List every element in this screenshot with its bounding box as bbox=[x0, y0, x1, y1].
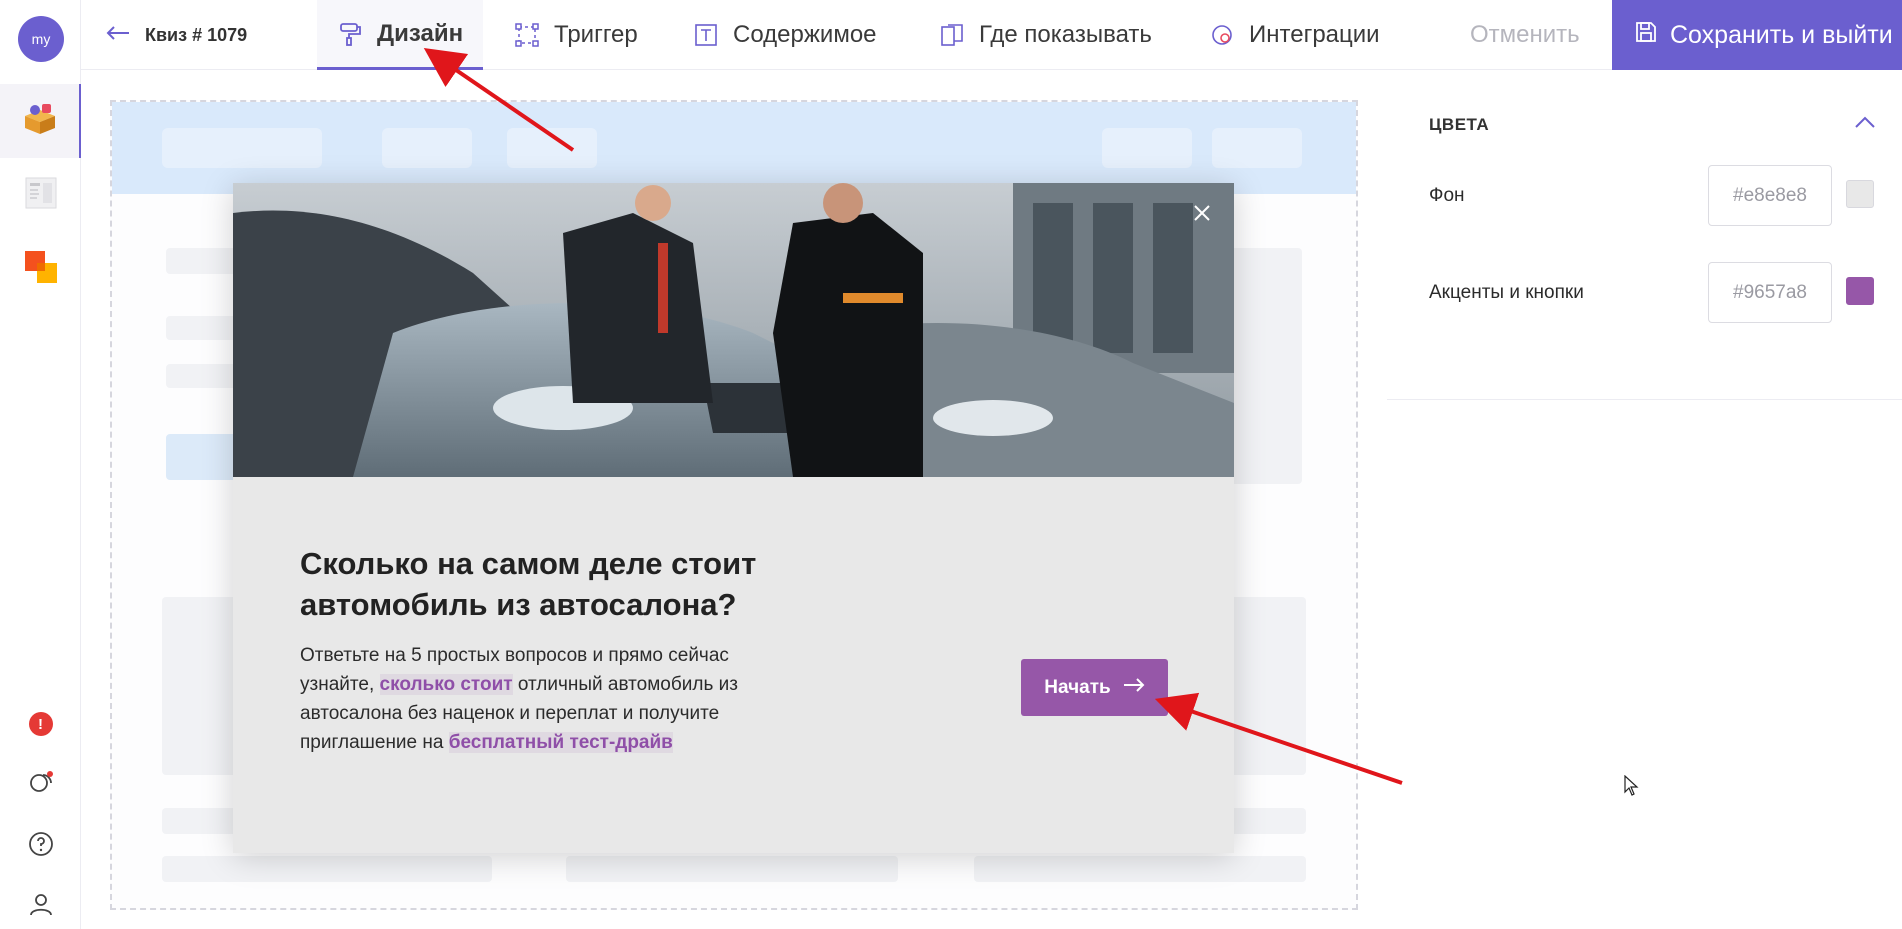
close-popup-button[interactable] bbox=[1188, 201, 1216, 229]
tab-placement[interactable]: Где показывать bbox=[939, 0, 1152, 70]
top-nav: Квиз # 1079 Дизайн Триггер Содержимое Гд… bbox=[81, 0, 1902, 70]
placeholder-block bbox=[974, 856, 1306, 882]
save-and-exit-button[interactable]: Сохранить и выйти bbox=[1612, 0, 1902, 70]
arrow-right-icon bbox=[1123, 677, 1145, 699]
car-dealership-photo bbox=[233, 183, 1234, 477]
floppy-disk-icon bbox=[1634, 20, 1658, 51]
integrations-icon bbox=[1209, 22, 1235, 48]
sidebar-item-forms[interactable] bbox=[0, 158, 81, 232]
design-box-icon bbox=[21, 102, 59, 141]
placeholder-block bbox=[566, 856, 898, 882]
placeholder-block bbox=[162, 856, 492, 882]
background-hex-input[interactable]: #e8e8e8 bbox=[1708, 165, 1832, 226]
user-icon bbox=[28, 891, 54, 922]
tab-label: Триггер bbox=[554, 21, 638, 48]
collapse-section-button[interactable] bbox=[1854, 115, 1876, 134]
save-label: Сохранить и выйти bbox=[1670, 20, 1893, 49]
section-title: ЦВЕТА bbox=[1429, 115, 1490, 134]
quiz-description: Ответьте на 5 простых вопросов и прямо с… bbox=[300, 641, 770, 757]
form-page-icon bbox=[25, 177, 57, 214]
tab-label: Где показывать bbox=[979, 21, 1152, 48]
arrow-left-icon bbox=[105, 25, 131, 46]
quiz-title-text: Сколько на самом деле стоит автомобиль и… bbox=[300, 546, 757, 622]
placeholder-site-header bbox=[112, 102, 1356, 194]
desc-highlight: сколько стоит bbox=[379, 674, 513, 695]
sidebar-chat[interactable] bbox=[0, 765, 81, 805]
background-color-swatch[interactable] bbox=[1846, 180, 1874, 208]
accent-color-swatch[interactable] bbox=[1846, 277, 1874, 305]
sidebar-item-design[interactable] bbox=[0, 84, 81, 158]
help-icon bbox=[28, 831, 54, 862]
tab-trigger[interactable]: Триггер bbox=[514, 0, 638, 70]
back-link[interactable]: Квиз # 1079 bbox=[105, 0, 247, 70]
tab-label: Интеграции bbox=[1249, 21, 1380, 48]
start-label: Начать bbox=[1044, 676, 1111, 698]
chevron-up-icon bbox=[1854, 116, 1876, 133]
tab-label: Дизайн bbox=[377, 19, 464, 47]
accent-hex-input[interactable]: #9657a8 bbox=[1708, 262, 1832, 323]
alert-icon: ! bbox=[28, 712, 53, 736]
color-row-label: Фон bbox=[1429, 185, 1465, 206]
color-row-label: Акценты и кнопки bbox=[1429, 282, 1584, 303]
tab-content[interactable]: Содержимое bbox=[693, 0, 877, 70]
sidebar-alert[interactable]: ! bbox=[0, 704, 81, 744]
start-button[interactable]: Начать bbox=[1021, 659, 1168, 716]
tab-label: Содержимое bbox=[733, 21, 877, 48]
left-rail: my ! bbox=[0, 0, 81, 929]
color-squares-icon bbox=[23, 249, 59, 290]
sidebar-help[interactable] bbox=[0, 826, 81, 866]
tab-design[interactable]: Дизайн bbox=[317, 0, 484, 70]
sidebar-item-widgets[interactable] bbox=[0, 232, 81, 306]
selection-frame-icon bbox=[514, 22, 540, 48]
close-icon bbox=[1193, 204, 1211, 227]
pages-icon bbox=[939, 22, 965, 48]
tab-integrations[interactable]: Интеграции bbox=[1209, 0, 1380, 70]
quiz-popup: Сколько на самом деле стоит автомобиль и… bbox=[233, 183, 1234, 853]
settings-panel: ЦВЕТА Фон #e8e8e8 Акценты и кнопки #9657… bbox=[1387, 71, 1902, 400]
avatar[interactable]: my bbox=[18, 16, 64, 62]
desc-highlight: бесплатный тест-драйв bbox=[448, 732, 673, 753]
chat-icon bbox=[27, 769, 55, 802]
text-box-icon bbox=[693, 22, 719, 48]
cancel-button[interactable]: Отменить bbox=[1470, 0, 1580, 70]
quiz-title: Квиз # 1079 bbox=[145, 24, 248, 45]
paint-roller-icon bbox=[337, 21, 363, 47]
mouse-cursor-icon bbox=[1624, 774, 1640, 802]
sidebar-profile[interactable] bbox=[0, 886, 81, 926]
